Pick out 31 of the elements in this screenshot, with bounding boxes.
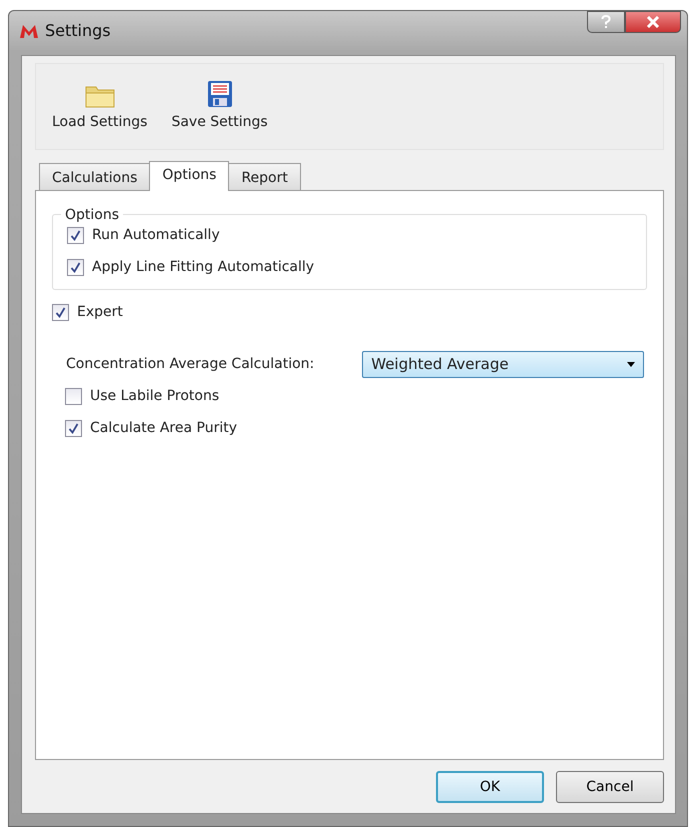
checkbox-label: Use Labile Protons: [90, 387, 220, 406]
folder-icon: [84, 84, 115, 108]
checkbox-label: Expert: [77, 303, 123, 322]
help-button[interactable]: [587, 11, 625, 33]
checkmark-icon: [68, 423, 79, 434]
average-dropdown[interactable]: Weighted Average: [362, 350, 644, 378]
checkbox[interactable]: [52, 304, 69, 321]
checkbox-label: Calculate Area Purity: [90, 419, 237, 438]
checkbox[interactable]: [65, 388, 82, 406]
checkbox[interactable]: [65, 420, 82, 438]
checkmark-icon: [55, 307, 66, 318]
tab[interactable]: Calculations: [39, 163, 150, 190]
toolbar-button[interactable]: Load Settings: [48, 84, 152, 133]
concentration-label: Concentration Average Calculation:: [66, 354, 314, 374]
checkbox-label: Run Automatically: [92, 226, 220, 244]
cancel-button[interactable]: Cancel: [556, 771, 664, 803]
tab[interactable]: Options: [149, 161, 230, 191]
checkbox[interactable]: [67, 258, 84, 276]
checkbox[interactable]: [67, 226, 84, 244]
caret-icon: [627, 362, 636, 366]
checkbox-label: Apply Line Fitting Automatically: [92, 258, 314, 276]
close-icon: [646, 16, 660, 28]
ok-button[interactable]: OK: [436, 771, 544, 803]
app-logo-icon: [19, 23, 39, 39]
tab[interactable]: Report: [228, 163, 301, 190]
help-icon: [601, 15, 611, 29]
checkmark-icon: [70, 230, 81, 240]
close-button[interactable]: [625, 11, 681, 33]
toolbar-button[interactable]: Save Settings: [167, 80, 272, 133]
checkmark-icon: [70, 262, 81, 272]
window-title: Settings: [45, 20, 111, 42]
